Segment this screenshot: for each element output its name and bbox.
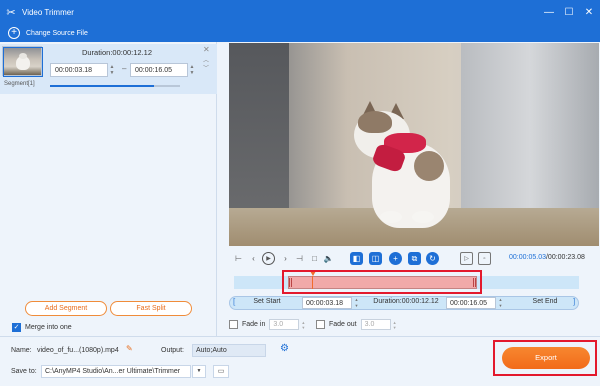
window-title: Video Trimmer <box>22 7 74 17</box>
time-display: 00:00:05.03/00:00:23.08 <box>509 254 585 261</box>
fade-in-label: Fade in <box>242 321 266 328</box>
mark-out-icon[interactable]: ▫ <box>478 252 491 265</box>
merge-label: Merge into one <box>25 324 72 331</box>
segment-thumbnail[interactable] <box>2 46 43 77</box>
trim-start-stepper[interactable]: ▲ ▼ <box>353 297 360 309</box>
fade-in-value[interactable]: 3.0 <box>269 319 300 330</box>
output-field[interactable]: Auto;Auto <box>192 344 266 357</box>
fast-split-button[interactable]: Fast Split <box>110 301 192 316</box>
fade-in-stepper[interactable]: ▲ ▼ <box>301 320 305 330</box>
scissors-icon: ✂ <box>6 6 16 19</box>
trim-end-stepper[interactable]: ▲ ▼ <box>497 297 504 309</box>
maximize-button[interactable]: ☐ <box>559 0 579 24</box>
segment-start-stepper[interactable]: ▲ ▼ <box>108 63 116 77</box>
trim-end-field[interactable]: 00:00:16.05 <box>446 297 496 309</box>
snapshot-icon[interactable]: ◫ <box>369 252 382 265</box>
save-path-field[interactable]: C:\AnyMP4 Studio\An...er Ultimate\Trimme… <box>41 365 191 378</box>
pencil-icon[interactable]: ✎ <box>126 344 133 353</box>
fade-out-checkbox[interactable] <box>316 320 325 329</box>
merge-checkbox[interactable]: ✓ <box>12 323 21 332</box>
stop-icon[interactable]: □ <box>308 252 321 265</box>
segment-start-field[interactable]: 00:00:03.18 <box>50 63 108 77</box>
play-icon[interactable]: ▶ <box>262 252 275 265</box>
cat-image <box>354 101 464 228</box>
timeline-highlight-box <box>282 270 482 294</box>
add-icon[interactable]: + <box>389 252 402 265</box>
segment-end-field[interactable]: 00:00:16.05 <box>130 63 188 77</box>
fade-out-label: Fade out <box>329 321 357 328</box>
segment-duration: Duration:00:00:12.12 <box>81 48 153 57</box>
rotate-icon[interactable]: ↻ <box>426 252 439 265</box>
add-segment-button[interactable]: Add Segment <box>25 301 107 316</box>
trim-duration: Duration:00:00:12.12 <box>373 298 439 305</box>
minimize-button[interactable]: — <box>539 0 559 24</box>
range-dash: – <box>122 64 127 73</box>
change-source-button[interactable]: + Change Source File <box>0 24 600 42</box>
go-end-icon[interactable]: ⊣ <box>293 252 306 265</box>
export-button[interactable]: Export <box>502 347 590 369</box>
segment-label: Segment[1] <box>4 81 35 87</box>
folder-icon[interactable]: ▭ <box>213 365 229 378</box>
title-bar: ✂ Video Trimmer — ☐ ✕ <box>0 0 600 24</box>
save-to-label: Save to: <box>11 368 37 375</box>
current-time: 00:00:05.03 <box>509 254 546 261</box>
output-label: Output: <box>161 347 184 354</box>
fade-in-checkbox[interactable] <box>229 320 238 329</box>
fade-in-group[interactable]: Fade in 3.0 ▲ ▼ <box>229 319 305 330</box>
go-start-icon[interactable]: ⊢ <box>232 252 245 265</box>
mark-in-icon[interactable]: ▷ <box>460 252 473 265</box>
clip-icon[interactable]: ◧ <box>350 252 363 265</box>
plus-icon: + <box>8 27 20 39</box>
video-preview[interactable] <box>229 43 599 246</box>
set-end-button[interactable]: Set End <box>515 298 575 305</box>
volume-icon[interactable]: 🔈 <box>322 252 335 265</box>
set-end-bracket-icon: ] <box>573 297 576 306</box>
gear-icon[interactable]: ⚙ <box>280 343 289 354</box>
next-frame-icon[interactable]: › <box>279 252 292 265</box>
fade-out-stepper[interactable]: ▲ ▼ <box>393 320 397 330</box>
trim-start-field[interactable]: 00:00:03.18 <box>302 297 352 309</box>
name-label: Name: <box>11 347 32 354</box>
close-button[interactable]: ✕ <box>579 0 599 24</box>
copy-icon[interactable]: ⧉ <box>408 252 421 265</box>
fade-out-group[interactable]: Fade out 3.0 ▲ ▼ <box>316 319 397 330</box>
chevron-down-icon[interactable]: ▼ <box>192 365 206 378</box>
set-start-bracket-icon: [ <box>233 297 236 306</box>
change-source-label: Change Source File <box>26 29 88 37</box>
merge-into-one[interactable]: ✓ Merge into one <box>12 323 72 332</box>
set-start-button[interactable]: Set Start <box>237 298 297 305</box>
prev-frame-icon[interactable]: ‹ <box>247 252 260 265</box>
fade-out-value[interactable]: 3.0 <box>360 319 391 330</box>
segment-end-stepper[interactable]: ▲ ▼ <box>188 63 196 77</box>
total-time: /00:00:23.08 <box>545 254 585 261</box>
segment-progress <box>50 85 180 87</box>
close-icon[interactable]: ✕ <box>203 45 210 54</box>
chevron-down-icon[interactable]: ﹀ <box>203 63 209 72</box>
